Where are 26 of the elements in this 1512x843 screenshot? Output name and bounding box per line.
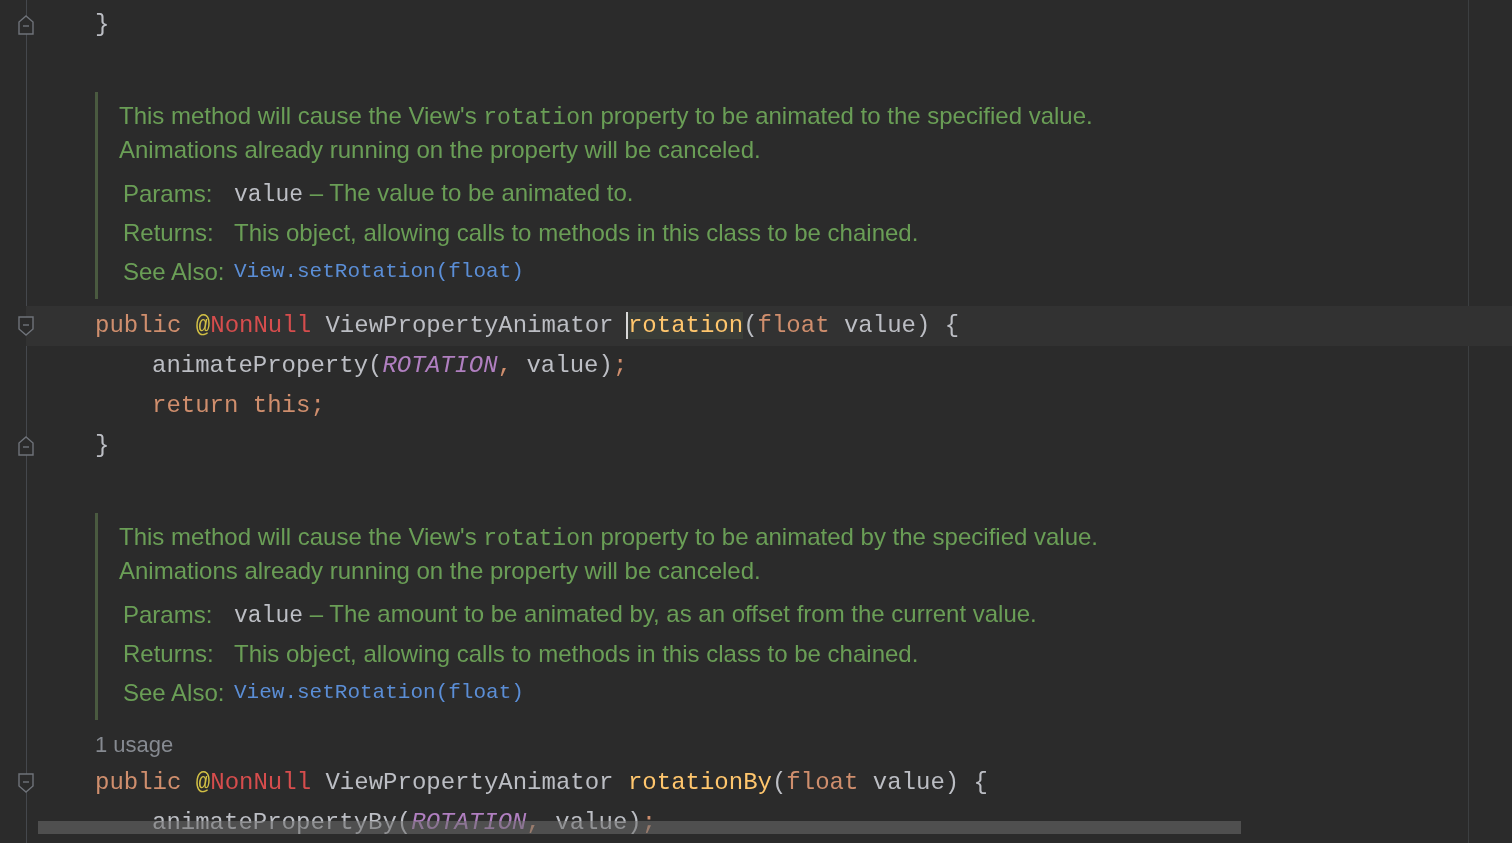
code-line: } <box>95 10 110 40</box>
doc-paragraph: This method will cause the View's rotation property to be animated by the specified value. Animations already running on the property will be canceled. <box>119 522 1100 586</box>
code-line: return this; <box>151 391 325 421</box>
code-line: animateProperty(ROTATION, value); <box>151 351 628 381</box>
doc-tag-description: This object, allowing calls to methods in this class to be chained. <box>234 218 919 247</box>
doc-tag-label: Params: <box>123 179 214 208</box>
code-line: public @NonNull ViewPropertyAnimator rotation(float value) { <box>95 311 960 341</box>
code-line: animatePropertyBy(ROTATION, value); <box>151 808 657 838</box>
doc-tag-label: See Also: <box>123 257 226 286</box>
doc-tag-label: Returns: <box>123 639 215 668</box>
code-line: } <box>95 431 110 461</box>
see-also-link[interactable]: View.setRotation(float) <box>234 260 524 283</box>
fold-icon[interactable] <box>18 15 34 35</box>
fold-icon[interactable] <box>18 316 34 336</box>
doc-tag-description: value – The amount to be animated by, as an offset from the current value. <box>234 600 1037 629</box>
fold-icon[interactable] <box>18 773 34 793</box>
doc-tag-label: See Also: <box>123 678 226 707</box>
doc-tag-label: Returns: <box>123 218 215 247</box>
doc-tag-description: This object, allowing calls to methods in this class to be chained. <box>234 639 919 668</box>
fold-icon[interactable] <box>18 436 34 456</box>
doc-tag-label: Params: <box>123 600 214 629</box>
doc-paragraph: This method will cause the View's rotation property to be animated to the specified value. Animations already running on the property will be canceled. <box>119 101 1094 165</box>
see-also-link[interactable]: View.setRotation(float) <box>234 681 524 704</box>
usage-hint[interactable]: 1 usage <box>95 732 174 758</box>
doc-tag-description: value – The value to be animated to. <box>234 179 634 208</box>
code-line: public @NonNull ViewPropertyAnimator rotationBy(float value) { <box>95 768 988 798</box>
